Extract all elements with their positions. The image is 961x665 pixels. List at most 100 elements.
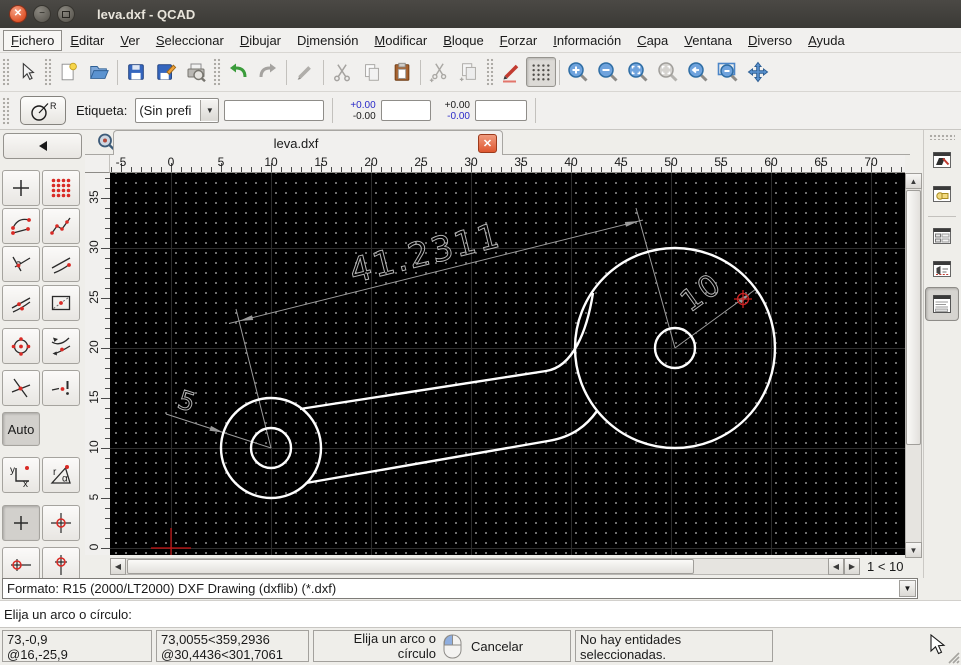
horizontal-scroll-thumb[interactable] (127, 559, 694, 574)
selection-status-line1: No hay entidades (580, 632, 682, 647)
menu-fichero[interactable]: Fichero (3, 29, 63, 51)
scroll-left-icon[interactable]: ◀ (828, 558, 844, 575)
copy-button[interactable] (357, 57, 387, 87)
snap-intersection-manual-button[interactable] (42, 370, 80, 406)
undo-button[interactable] (223, 57, 253, 87)
snap-free-button[interactable] (2, 170, 40, 206)
menu-modificar[interactable]: Modificar (366, 30, 435, 51)
zoom-out-button[interactable] (593, 57, 623, 87)
close-window-icon[interactable]: ✕ (9, 5, 27, 23)
menu-diverso[interactable]: Diverso (740, 30, 800, 51)
label-input[interactable] (224, 100, 325, 121)
menu-bloque[interactable]: Bloque (435, 30, 491, 51)
coordinate-polar-button[interactable]: rα (42, 457, 80, 493)
eraser-button[interactable] (290, 57, 320, 87)
horizontal-scrollbar[interactable]: ◀ ◀ ▶ (110, 558, 860, 575)
command-line[interactable]: Elija un arco o círculo: (0, 600, 961, 627)
back-button[interactable] (3, 133, 82, 159)
property-editor-button[interactable] (925, 287, 959, 321)
minimize-window-icon[interactable]: − (33, 5, 51, 23)
snap-grid-button[interactable] (42, 170, 80, 206)
menu-ayuda[interactable]: Ayuda (800, 30, 853, 51)
snap-intersection-button[interactable] (2, 370, 40, 406)
menu-forzar[interactable]: Forzar (492, 30, 546, 51)
restrict-vertical-button[interactable] (42, 547, 80, 578)
snap-endpoints-button[interactable] (2, 208, 40, 244)
menu-dimension[interactable]: Dimensión (289, 30, 366, 51)
menu-capa[interactable]: Capa (629, 30, 676, 51)
svg-text:r: r (53, 467, 57, 478)
snap-middle-button[interactable] (2, 285, 40, 321)
print-preview-button[interactable] (181, 57, 211, 87)
draw-pencil-button[interactable] (496, 57, 526, 87)
scroll-left-icon[interactable]: ◀ (110, 558, 126, 575)
tolerance-lower-input[interactable] (474, 100, 527, 121)
zoom-previous-button[interactable] (683, 57, 713, 87)
toolbar-handle[interactable] (44, 58, 52, 86)
zoom-auto-button[interactable] (623, 57, 653, 87)
library-browser-button[interactable] (928, 222, 956, 250)
pan-button[interactable] (743, 57, 773, 87)
new-file-button[interactable] (54, 57, 84, 87)
paste-button[interactable] (387, 57, 417, 87)
vertical-scrollbar[interactable]: ▲ ▼ (905, 173, 922, 558)
pointer-button[interactable] (12, 57, 42, 87)
zoom-selection-button[interactable] (653, 57, 683, 87)
snap-reference-button[interactable] (42, 285, 80, 321)
snap-perpendicular-button[interactable] (2, 246, 40, 282)
restrict-horizontal-button[interactable] (2, 547, 40, 578)
command-line-button[interactable] (928, 255, 956, 283)
toolbar-handle[interactable] (929, 134, 955, 140)
block-list-button[interactable] (928, 180, 956, 208)
menu-editar[interactable]: Editar (62, 30, 112, 51)
coordinate-cartesian-button[interactable]: yx (2, 457, 40, 493)
snap-on-entity-button[interactable] (42, 208, 80, 244)
layer-list-icon (930, 148, 954, 172)
open-file-button[interactable] (84, 57, 114, 87)
qcad-window: { "titlebar": { "title": "leva.dxf - QCA… (0, 0, 961, 665)
toolbar-handle[interactable] (2, 96, 10, 125)
prefix-combo[interactable]: (Sin prefi ▼ (135, 98, 220, 123)
menu-ver[interactable]: Ver (112, 30, 148, 51)
menu-ventana[interactable]: Ventana (676, 30, 740, 51)
restrict-orthogonal-button[interactable] (42, 505, 80, 541)
zoom-window-button[interactable] (713, 57, 743, 87)
save-as-button[interactable] (151, 57, 181, 87)
resize-grip[interactable] (945, 649, 960, 664)
toolbar-handle[interactable] (486, 58, 494, 86)
menu-seleccionar[interactable]: Seleccionar (148, 30, 232, 51)
drawing-canvas[interactable]: 41.2311 10 5 (110, 173, 905, 555)
toolbar-handle[interactable] (2, 58, 10, 86)
redo-button[interactable] (253, 57, 283, 87)
snap-auto-button[interactable]: Auto (2, 412, 40, 446)
snap-center-button[interactable] (2, 328, 40, 364)
copy-with-reference-button[interactable] (454, 57, 484, 87)
layer-list-button[interactable] (928, 146, 956, 174)
toolbar-handle[interactable] (213, 58, 221, 86)
tab-close-icon[interactable]: ✕ (478, 133, 497, 153)
toolbar-separator (323, 59, 324, 85)
scroll-right-icon[interactable]: ▶ (844, 558, 860, 575)
vertical-scroll-thumb[interactable] (906, 190, 921, 445)
menu-dibujar[interactable]: Dibujar (232, 30, 289, 51)
cut-button[interactable] (327, 57, 357, 87)
pan-icon (746, 60, 770, 84)
save-button[interactable] (121, 57, 151, 87)
scroll-up-icon[interactable]: ▲ (905, 173, 922, 189)
tab-leva-dxf[interactable]: leva.dxf ✕ (113, 130, 503, 155)
chevron-down-icon[interactable]: ▼ (899, 580, 916, 597)
scroll-down-icon[interactable]: ▼ (905, 542, 922, 558)
maximize-window-icon[interactable] (57, 5, 75, 23)
snap-tangent-button[interactable] (42, 328, 80, 364)
radial-dimension-tool-button[interactable]: R (20, 96, 66, 125)
grid-toggle-button[interactable] (526, 57, 556, 87)
zoom-in-button[interactable] (563, 57, 593, 87)
library-browser-icon (930, 224, 954, 248)
tolerance-upper-input[interactable] (380, 100, 431, 121)
cut-with-reference-button[interactable] (424, 57, 454, 87)
zoom-out-icon (596, 60, 620, 84)
menu-informacion[interactable]: Información (545, 30, 629, 51)
restrict-nothing-button[interactable] (2, 505, 40, 541)
format-combo[interactable]: Formato: R15 (2000/LT2000) DXF Drawing (… (2, 578, 918, 599)
snap-distance-button[interactable] (42, 246, 80, 282)
